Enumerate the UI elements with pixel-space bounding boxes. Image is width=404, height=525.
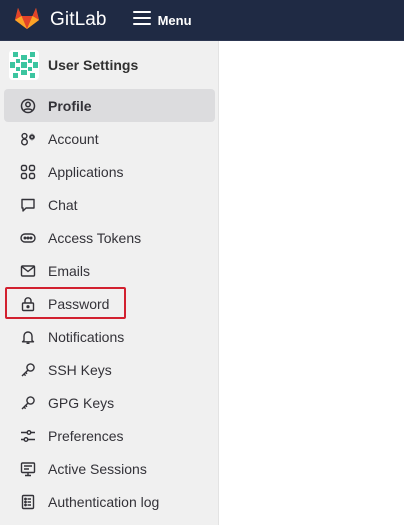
sidebar-item-label: Profile — [48, 97, 92, 114]
mail-icon — [20, 263, 36, 279]
sidebar-item-label: Authentication log — [48, 493, 160, 510]
chat-icon — [20, 197, 36, 213]
sidebar-item-applications[interactable]: Applications — [4, 155, 215, 188]
account-icon — [20, 131, 36, 147]
menu-label: Menu — [157, 12, 192, 28]
sidebar-item-label: Chat — [48, 196, 78, 213]
token-icon — [20, 230, 36, 246]
bell-icon — [20, 329, 36, 345]
key-icon — [20, 395, 36, 411]
sidebar-item-label: Applications — [48, 163, 124, 180]
sidebar-item-active-sessions[interactable]: Active Sessions — [4, 452, 215, 485]
sidebar-item-profile[interactable]: Profile — [4, 89, 215, 122]
sidebar-item-gpg-keys[interactable]: GPG Keys — [4, 386, 215, 419]
hamburger-icon — [132, 10, 151, 30]
sidebar-item-authentication-log[interactable]: Authentication log — [4, 485, 215, 518]
sidebar-item-chat[interactable]: Chat — [4, 188, 215, 221]
menu-button[interactable]: Menu — [132, 5, 192, 35]
brand-name: GitLab — [50, 9, 107, 30]
monitor-icon — [20, 461, 36, 477]
sidebar-item-label: Active Sessions — [48, 460, 147, 477]
top-navbar: GitLab Menu — [0, 0, 404, 41]
sidebar-item-label: SSH Keys — [48, 361, 112, 378]
sidebar-item-preferences[interactable]: Preferences — [4, 419, 215, 452]
sidebar-item-label: Emails — [48, 262, 91, 279]
sidebar-context-header[interactable]: User Settings — [0, 41, 218, 89]
sidebar-item-label: Preferences — [48, 427, 124, 444]
sidebar-item-ssh-keys[interactable]: SSH Keys — [4, 353, 215, 386]
sidebar-item-password[interactable]: Password — [4, 287, 215, 320]
sidebar-item-label: GPG Keys — [48, 394, 115, 411]
sidebar-item-emails[interactable]: Emails — [4, 254, 215, 287]
sidebar-item-notifications[interactable]: Notifications — [4, 320, 215, 353]
applications-icon — [20, 164, 36, 180]
lock-icon — [20, 296, 36, 312]
user-circle-icon — [20, 98, 36, 114]
log-icon — [20, 494, 36, 510]
sidebar-item-label: Password — [48, 295, 110, 312]
settings-sidebar: User Settings Profile Account Applicatio… — [0, 41, 219, 525]
sidebar-item-label: Access Tokens — [48, 229, 142, 246]
main-content — [220, 41, 404, 525]
sidebar-item-access-tokens[interactable]: Access Tokens — [4, 221, 215, 254]
sidebar-context-title: User Settings — [48, 57, 139, 73]
preferences-icon — [20, 428, 36, 444]
key-icon — [20, 362, 36, 378]
sidebar-item-account[interactable]: Account — [4, 122, 215, 155]
avatar — [9, 50, 39, 80]
sidebar-item-label: Account — [48, 130, 99, 147]
gitlab-tanuki-icon — [14, 6, 40, 35]
gitlab-home-link[interactable]: GitLab — [14, 0, 107, 41]
sidebar-item-label: Notifications — [48, 328, 125, 345]
